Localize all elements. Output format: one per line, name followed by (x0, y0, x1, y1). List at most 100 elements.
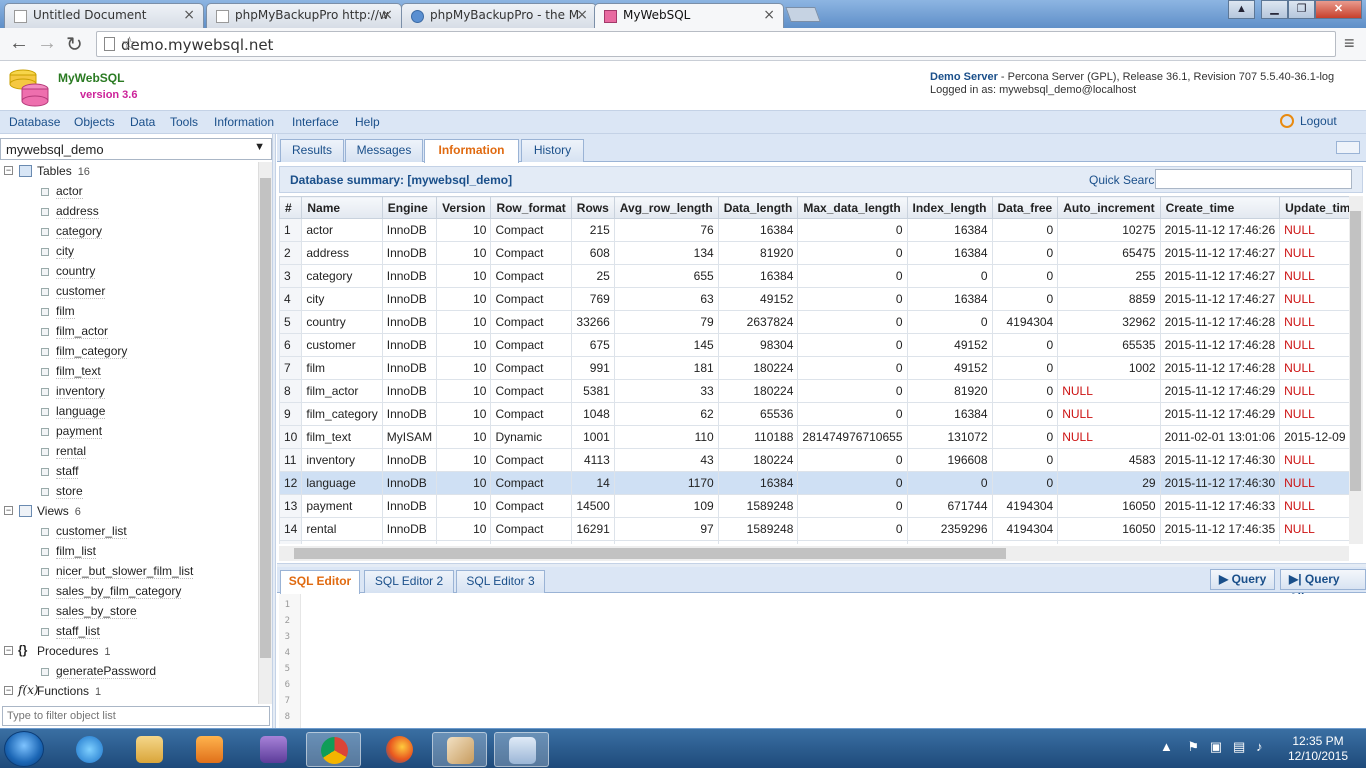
table-cell[interactable]: 16384 (906, 218, 993, 242)
table-cell[interactable]: 2015-11-12 17:46:28 (1159, 356, 1281, 380)
table-cell[interactable]: 2637824 (717, 310, 799, 334)
collapse-icon[interactable]: − (4, 686, 13, 695)
table-row[interactable]: 11 inventory InnoDB 10 Compact 4113 43 180224 0 1… (279, 448, 1349, 472)
table-cell[interactable]: 180224 (717, 379, 799, 403)
close-icon[interactable]: × (576, 7, 588, 23)
table-cell[interactable]: 2015-11-12 17:46:33 (1159, 494, 1281, 518)
table-cell[interactable]: 16291 (570, 517, 615, 541)
table-cell[interactable]: 2015-11-12 17:46:28 (1159, 333, 1281, 357)
table-row[interactable]: 10 film_text MyISAM 10 Dynamic 1001 110 110188 2… (279, 425, 1349, 449)
menu-information[interactable]: Information (214, 115, 274, 129)
grid-horizontal-scrollbar[interactable] (279, 546, 1349, 561)
table-cell[interactable]: 97 (613, 517, 719, 541)
table-row[interactable]: 7 film InnoDB 10 Compact 991 181 180224 0 49152 0 1… (279, 356, 1349, 380)
table-cell[interactable]: 29 (1057, 471, 1161, 495)
table-cell[interactable]: 81920 (717, 241, 799, 265)
tree-group-functions[interactable]: − f(x) Functions 1 (0, 682, 258, 702)
table-cell[interactable]: 655 (613, 264, 719, 288)
table-cell[interactable]: 0 (991, 379, 1059, 403)
table-cell[interactable] (436, 540, 492, 544)
table-cell[interactable]: payment (301, 494, 383, 518)
table-cell[interactable]: inventory (301, 448, 383, 472)
menu-interface[interactable]: Interface (292, 115, 339, 129)
table-cell[interactable]: 0 (991, 471, 1059, 495)
table-cell[interactable]: 10 (436, 471, 492, 495)
table-cell[interactable]: 2015-11-12 17:46:26 (1159, 218, 1281, 242)
table-cell[interactable]: 110188 (717, 425, 799, 449)
table-cell[interactable]: 11 (279, 448, 303, 472)
table-cell[interactable]: 15 (279, 540, 303, 544)
table-cell[interactable]: 0 (906, 310, 993, 334)
table-cell[interactable]: city (301, 287, 383, 311)
table-cell[interactable]: 10 (436, 494, 492, 518)
column-header[interactable]: Version (436, 196, 492, 219)
column-header[interactable]: Max_data_length (797, 196, 908, 219)
tab-sql-editor[interactable]: SQL Editor (280, 570, 360, 594)
tab-history[interactable]: History (521, 139, 584, 162)
table-cell[interactable]: 6 (279, 333, 303, 357)
column-header[interactable]: Engine (381, 196, 438, 219)
table-cell[interactable]: 32962 (1057, 310, 1161, 334)
tab-information[interactable]: Information (424, 139, 519, 163)
star-icon[interactable]: ☆ (121, 33, 1329, 55)
back-icon[interactable]: ← (9, 32, 29, 55)
start-button[interactable] (4, 731, 44, 767)
table-cell[interactable]: Compact (490, 402, 572, 426)
table-cell[interactable]: 16384 (717, 264, 799, 288)
table-cell[interactable]: 2015-11-12 17:46:30 (1159, 448, 1281, 472)
table-cell[interactable]: 0 (797, 218, 908, 242)
table-cell[interactable] (906, 540, 993, 544)
table-cell[interactable]: Compact (490, 310, 572, 334)
menu-tools[interactable]: Tools (170, 115, 198, 129)
tab-sql-editor-3[interactable]: SQL Editor 3 (456, 570, 545, 593)
table-cell[interactable]: 4583 (1057, 448, 1161, 472)
table-cell[interactable]: 0 (797, 471, 908, 495)
collapse-icon[interactable]: − (4, 506, 13, 515)
table-cell[interactable]: 991 (570, 356, 615, 380)
table-cell[interactable]: film_category (301, 402, 383, 426)
table-cell[interactable]: 4113 (570, 448, 615, 472)
table-cell[interactable]: 33266 (570, 310, 615, 334)
table-cell[interactable]: Compact (490, 264, 572, 288)
table-cell[interactable]: InnoDB (381, 218, 438, 242)
table-cell[interactable]: 25 (570, 264, 615, 288)
menu-database[interactable]: Database (9, 115, 60, 129)
table-cell[interactable]: InnoDB (381, 264, 438, 288)
table-row[interactable]: 13 payment InnoDB 10 Compact 14500 109 1589248 0… (279, 494, 1349, 518)
table-cell[interactable]: 10 (436, 218, 492, 242)
table-cell[interactable]: 10 (436, 356, 492, 380)
table-cell[interactable]: 608 (570, 241, 615, 265)
table-cell[interactable]: 10275 (1057, 218, 1161, 242)
table-cell[interactable]: 2015-11-12 17:46:35 (1159, 517, 1281, 541)
table-cell[interactable]: 10 (436, 425, 492, 449)
column-header[interactable]: # (279, 196, 303, 219)
minimize-icon[interactable]: ▁ (1261, 0, 1288, 19)
table-cell[interactable] (381, 540, 438, 544)
table-cell[interactable]: 255 (1057, 264, 1161, 288)
table-cell[interactable]: 16384 (906, 241, 993, 265)
table-cell[interactable]: Compact (490, 448, 572, 472)
table-cell[interactable] (797, 540, 908, 544)
column-header[interactable]: Data_length (717, 196, 799, 219)
column-header[interactable]: Avg_row_length (613, 196, 719, 219)
table-cell[interactable]: 10 (436, 402, 492, 426)
table-cell[interactable]: customer (301, 333, 383, 357)
table-cell[interactable]: Compact (490, 218, 572, 242)
restore-panel-icon[interactable] (1336, 141, 1360, 154)
table-cell[interactable]: 0 (797, 379, 908, 403)
table-cell[interactable]: Compact (490, 287, 572, 311)
close-icon[interactable]: × (183, 7, 195, 23)
table-cell[interactable]: NULL (1279, 517, 1349, 541)
table-cell[interactable] (1057, 540, 1161, 544)
table-cell[interactable]: 8859 (1057, 287, 1161, 311)
new-tab-button[interactable] (785, 7, 821, 22)
table-cell[interactable]: 2015-11-12 17:46:28 (1159, 310, 1281, 334)
table-cell[interactable]: 180224 (717, 356, 799, 380)
table-cell[interactable]: InnoDB (381, 241, 438, 265)
table-cell[interactable]: NULL (1057, 425, 1161, 449)
table-row[interactable]: 4 city InnoDB 10 Compact 769 63 49152 0 16384 0 885… (279, 287, 1349, 311)
column-header[interactable]: Update_time (1279, 196, 1349, 219)
column-header[interactable]: Index_length (906, 196, 993, 219)
table-cell[interactable]: 4194304 (991, 310, 1059, 334)
browser-menu-icon[interactable]: ≡ (1344, 33, 1355, 54)
